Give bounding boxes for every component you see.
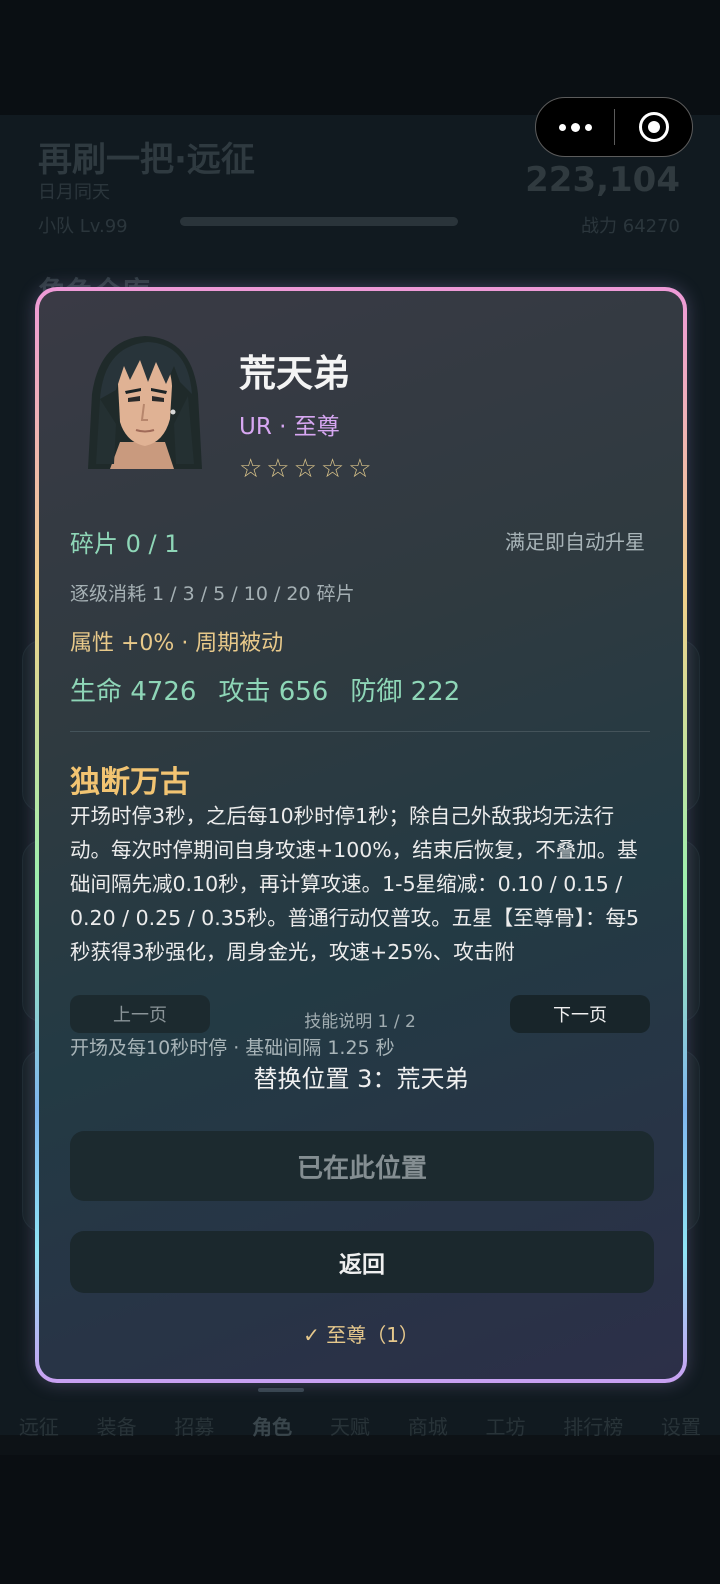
bg-team-level: 小队 Lv.99 xyxy=(38,216,128,237)
stat-def: 防御 222 xyxy=(350,677,461,707)
bg-nav-item: 招募 xyxy=(174,1414,215,1439)
bg-gold-amount: 223,104 xyxy=(525,160,680,200)
bg-bottom-nav: 远征 装备 招募 角色 天赋 商城 工坊 排行榜 设置 xyxy=(0,1395,720,1455)
fragment-count: 碎片 0 / 1 xyxy=(70,530,180,558)
close-target-icon[interactable] xyxy=(615,98,692,156)
bg-nav-item: 远征 xyxy=(18,1414,59,1439)
equipped-status: ✓ 至尊（1） xyxy=(303,1323,419,1347)
stat-atk: 攻击 656 xyxy=(218,677,329,707)
bg-power: 战力 64270 xyxy=(581,216,680,237)
divider xyxy=(70,731,650,732)
hero-rarity: UR · 至尊 xyxy=(239,414,340,440)
bg-nav-item: 商城 xyxy=(407,1414,448,1439)
bg-exp-bar xyxy=(180,217,458,226)
bg-game-title: 再刷一把·远征 xyxy=(38,140,255,180)
bg-nav-item-active: 角色 xyxy=(252,1414,293,1439)
next-page-button[interactable]: 下一页 xyxy=(510,995,650,1033)
bg-nav-item: 装备 xyxy=(96,1414,137,1439)
skill-pager: 上一页 技能说明 1 / 2 下一页 xyxy=(70,995,650,1033)
hero-detail-modal: 荒天弟 UR · 至尊 ☆☆☆☆☆ 碎片 0 / 1 满足即自动升星 逐级消耗 … xyxy=(35,287,687,1383)
skill-name: 独断万古 xyxy=(70,765,190,800)
bg-nav-item: 天赋 xyxy=(329,1414,370,1439)
attribute-line: 属性 +0% · 周期被动 xyxy=(70,631,284,656)
bg-nav-item: 设置 xyxy=(661,1414,701,1439)
bg-nav-item: 排行榜 xyxy=(563,1414,624,1439)
auto-upgrade-note: 满足即自动升星 xyxy=(505,530,645,554)
bg-nav-indicator xyxy=(258,1388,304,1392)
upgrade-cost: 逐级消耗 1 / 3 / 5 / 10 / 20 碎片 xyxy=(70,583,355,605)
hero-portrait xyxy=(88,336,202,469)
more-dots-icon[interactable] xyxy=(536,98,614,156)
already-in-position-button[interactable]: 已在此位置 xyxy=(70,1131,654,1201)
stat-hp: 生命 4726 xyxy=(70,677,197,707)
modal-body: 荒天弟 UR · 至尊 ☆☆☆☆☆ 碎片 0 / 1 满足即自动升星 逐级消耗 … xyxy=(39,291,683,1379)
stats-row: 生命 4726 攻击 656 防御 222 xyxy=(70,671,460,708)
interval-note: 开场及每10秒时停 · 基础间隔 1.25 秒 xyxy=(70,1037,395,1059)
replace-position-text: 替换位置 3：荒天弟 xyxy=(253,1065,469,1093)
hero-name: 荒天弟 xyxy=(239,352,350,395)
bg-nav-item: 工坊 xyxy=(485,1414,526,1439)
bg-subtitle: 日月同天 xyxy=(38,182,110,203)
bottom-safe-area xyxy=(0,1455,720,1584)
star-rating: ☆☆☆☆☆ xyxy=(239,454,376,484)
miniprogram-capsule xyxy=(535,97,693,157)
back-button[interactable]: 返回 xyxy=(70,1231,654,1293)
skill-description: 开场时停3秒，之后每10秒时停1秒；除自己外敌我均无法行动。每次时停期间自身攻速… xyxy=(70,804,640,964)
